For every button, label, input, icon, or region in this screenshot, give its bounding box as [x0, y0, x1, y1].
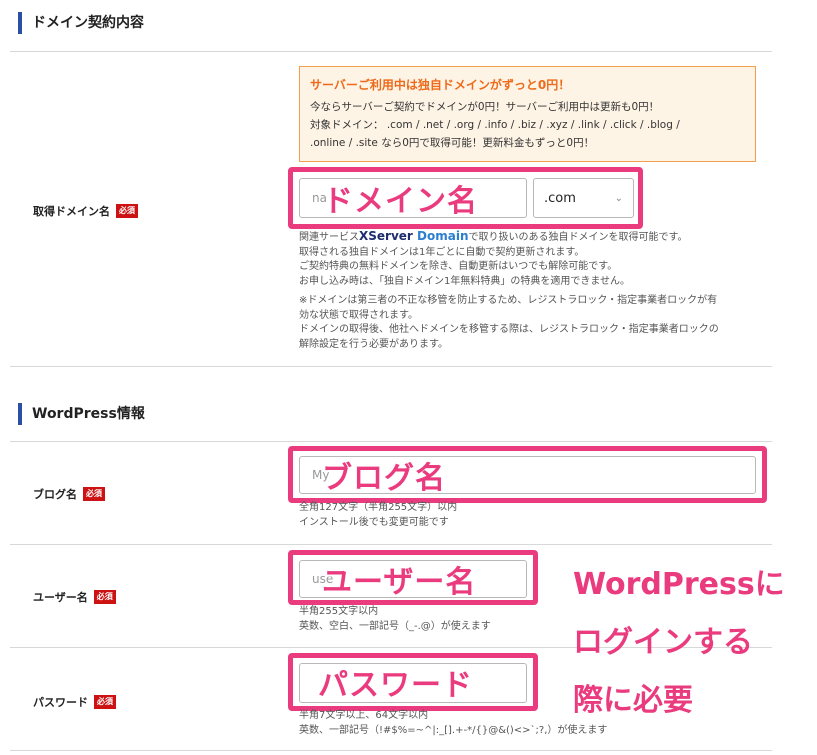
required-badge: 必須 — [83, 487, 105, 501]
help-line: 解除設定を行う必要があります。 — [299, 338, 448, 350]
field-label-user: ユーザー名 必須 — [33, 589, 116, 605]
help-line: お申し込み時は、「独自ドメイン1年無料特典」の特典を適用できません。 — [299, 275, 631, 287]
domain-lock-note: ※ドメインは第三者の不正な移管を防止するため、レジストラロック・指定事業者ロック… — [299, 294, 719, 352]
section-title-domain: ドメイン契約内容 — [18, 12, 144, 34]
field-label-text: 取得ドメイン名 — [33, 205, 110, 218]
promo-text: 今ならサーバーご契約でドメインが0円！サーバーご利用中は更新も0円！ 対象ドメイ… — [310, 98, 745, 152]
login-annotation: WordPressに ログインする 際に必要 — [573, 556, 785, 730]
divider — [10, 544, 772, 545]
promo-line: 対象ドメイン： .com / .net / .org / .info / .bi… — [310, 119, 680, 131]
required-badge: 必須 — [94, 695, 116, 709]
divider — [10, 51, 772, 52]
required-badge: 必須 — [93, 590, 116, 604]
help-line: ドメインの取得後、他社へドメインを移管する際は、レジストラロック・指定事業者ロッ… — [299, 324, 719, 335]
help-line: 全角127文字（半角255文字）以内 — [299, 502, 458, 513]
overlay-label-password: パスワード — [318, 668, 473, 703]
help-line: 英数、一部記号（!#$%=~^|:_[].+-*/{}@&()<>`;?,）が使… — [299, 724, 608, 736]
section-title-wordpress: WordPress情報 — [18, 403, 145, 425]
user-help-text: 半角255文字以内 英数、空白、一部記号（_-.@）が使えます — [299, 605, 491, 634]
overlay-label-user: ユーザー名 — [322, 565, 477, 600]
promo-line: .online / .site なら0円で取得可能！更新料金もずっと0円！ — [310, 137, 595, 149]
field-label-password: パスワード 必須 — [33, 694, 116, 710]
overlay-label-domain: ドメイン名 — [323, 184, 478, 219]
help-line: 取得される独自ドメインは1年ごとに自動で契約更新されます。 — [299, 246, 585, 258]
field-label-blog: ブログ名 必須 — [33, 486, 105, 502]
xserver-domain-logo: XServer Domain — [359, 229, 469, 243]
help-line: インストール後でも変更可能です — [299, 516, 449, 528]
help-line: 効な状態で取得されます。 — [299, 309, 418, 321]
help-line: 半角7文字以上、64文字以内 — [299, 710, 429, 721]
annotation-line: ログインする — [573, 625, 753, 660]
annotation-line: WordPressに — [573, 567, 785, 602]
divider — [10, 441, 772, 442]
divider — [10, 750, 772, 751]
help-line: ご契約特典の無料ドメインを除き、自動更新はいつでも解除可能です。 — [299, 261, 618, 272]
field-label-domain: 取得ドメイン名 必須 — [33, 203, 138, 219]
field-label-text: ユーザー名 — [33, 591, 88, 604]
help-line: 関連サービスXServer Domainで取り扱いのある独自ドメインを取得可能で… — [299, 229, 688, 243]
field-label-text: ブログ名 — [33, 488, 77, 501]
blog-help-text: 全角127文字（半角255文字）以内 インストール後でも変更可能です — [299, 501, 457, 530]
annotation-line: 際に必要 — [573, 683, 693, 718]
domain-help-text: 関連サービスXServer Domainで取り扱いのある独自ドメインを取得可能で… — [299, 229, 688, 289]
promo-notice: サーバーご利用中は独自ドメインがずっと0円！ 今ならサーバーご契約でドメインが0… — [299, 66, 756, 162]
field-label-text: パスワード — [33, 696, 88, 709]
divider — [10, 366, 772, 367]
promo-line: 今ならサーバーご契約でドメインが0円！サーバーご利用中は更新も0円！ — [310, 101, 660, 113]
help-line: 半角255文字以内 — [299, 606, 379, 617]
required-badge: 必須 — [116, 204, 138, 218]
help-line: 英数、空白、一部記号（_-.@）が使えます — [299, 620, 491, 632]
help-line: ※ドメインは第三者の不正な移管を防止するため、レジストラロック・指定事業者ロック… — [299, 295, 718, 306]
overlay-label-blog: ブログ名 — [322, 461, 446, 496]
password-help-text: 半角7文字以上、64文字以内 英数、一部記号（!#$%=~^|:_[].+-*/… — [299, 709, 607, 738]
promo-title: サーバーご利用中は独自ドメインがずっと0円！ — [310, 78, 571, 92]
